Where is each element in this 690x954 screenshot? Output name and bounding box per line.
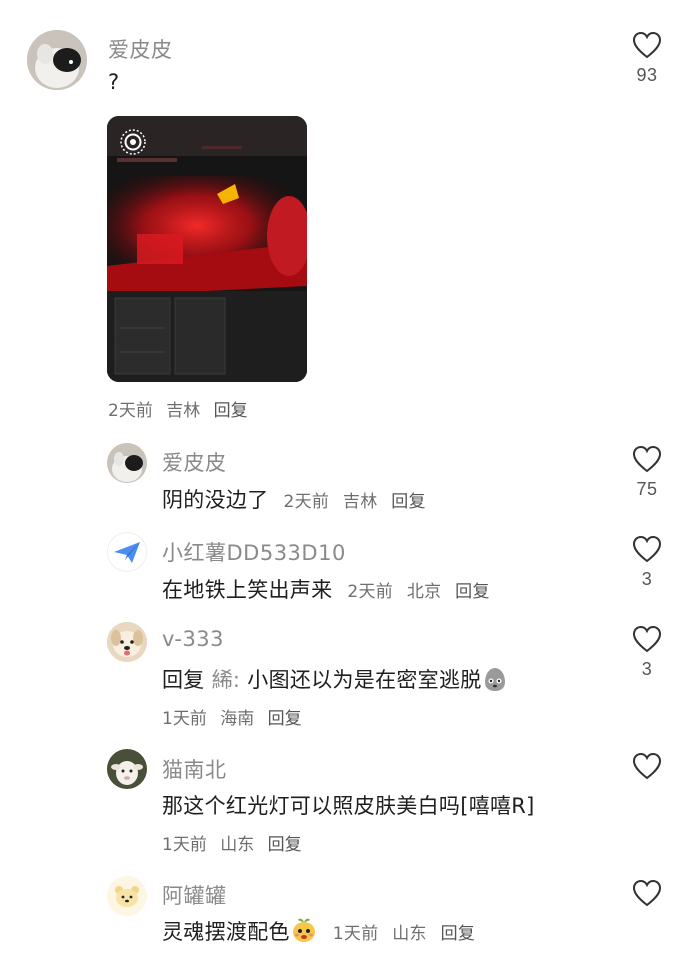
comment-meta: 2天前 吉林 回复 (108, 396, 256, 421)
comment-meta: 2天前 吉林 回复 (283, 492, 433, 512)
gray-face-emoji-icon (484, 668, 505, 691)
reply-button[interactable]: 回复 (268, 835, 302, 855)
comment-time: 1天前 (332, 924, 379, 944)
reply-prefix: 回复 (162, 668, 205, 692)
comment-location: 吉林 (166, 401, 201, 421)
heart-icon (632, 535, 662, 563)
comment-text: 小图还以为是在密室逃脱 (247, 668, 482, 692)
commenter-name[interactable]: v-333 (162, 627, 224, 651)
reply-to-user[interactable]: 絺: (212, 668, 241, 692)
like-button[interactable] (626, 752, 668, 780)
heart-icon (632, 625, 662, 653)
comment-text-line: 灵魂摆渡配色 1天前 山东 回复 (162, 916, 483, 946)
dog-avatar-icon (27, 30, 87, 90)
heart-icon (632, 879, 662, 907)
lamb-avatar-icon (107, 749, 147, 789)
comment-meta: 1天前 海南 回复 (162, 704, 310, 729)
lab-red-light-photo (107, 116, 307, 382)
comment-time: 1天前 (162, 835, 207, 855)
commenter-avatar[interactable] (107, 749, 147, 789)
reply-button[interactable]: 回复 (455, 582, 490, 602)
comment-text: ? (108, 70, 120, 94)
heart-icon (632, 445, 662, 473)
comment-text-line: 阴的没边了 2天前 吉林 回复 (162, 484, 434, 514)
comment-meta: 1天前 山东 回复 (333, 924, 483, 944)
comment-text: 阴的没边了 (162, 488, 269, 512)
comment-location: 北京 (406, 582, 442, 602)
commenter-name[interactable]: 爱皮皮 (108, 34, 173, 64)
reply-button[interactable]: 回复 (391, 492, 426, 512)
dog-avatar-icon (107, 443, 147, 483)
comment-time: 2天前 (108, 401, 153, 421)
comment-location: 吉林 (342, 492, 378, 512)
commenter-name[interactable]: 阿罐罐 (162, 880, 227, 910)
bear-avatar-icon (107, 876, 147, 916)
comment-location: 海南 (220, 709, 255, 729)
heart-icon (632, 31, 662, 59)
like-button[interactable]: 3 (626, 625, 668, 680)
commenter-avatar[interactable] (27, 30, 87, 90)
comment-time: 1天前 (162, 709, 207, 729)
comment-location: 山东 (220, 835, 255, 855)
reply-button[interactable]: 回复 (214, 401, 248, 421)
like-button[interactable]: 3 (626, 535, 668, 590)
comment-location: 山东 (392, 924, 427, 944)
commenter-avatar[interactable] (107, 532, 147, 572)
comment-text: 在地铁上笑出声来 (162, 578, 333, 602)
like-button[interactable]: 93 (626, 31, 668, 86)
like-count: 3 (641, 569, 653, 589)
reply-button[interactable]: 回复 (268, 709, 302, 729)
like-count: 75 (636, 479, 658, 499)
commenter-avatar[interactable] (107, 443, 147, 483)
puppy-avatar-icon (107, 622, 147, 662)
comment-text-line: 回复 絺: 小图还以为是在密室逃脱 (162, 664, 508, 694)
like-count: 3 (641, 659, 653, 679)
comment-text: 那这个红光灯可以照皮肤美白吗[嘻嘻R] (162, 794, 535, 818)
comment-meta: 2天前 北京 回复 (347, 582, 497, 602)
commenter-avatar[interactable] (107, 622, 147, 662)
reply-button[interactable]: 回复 (441, 924, 476, 944)
heart-icon (632, 752, 662, 780)
comment-time: 2天前 (283, 492, 330, 512)
like-button[interactable] (626, 879, 668, 907)
peach-face-emoji-icon (292, 918, 315, 942)
like-button[interactable]: 75 (626, 445, 668, 500)
comment-photo[interactable] (107, 116, 307, 382)
commenter-name[interactable]: 爱皮皮 (162, 447, 227, 477)
comment-text: 灵魂摆渡配色 (162, 920, 290, 944)
commenter-name[interactable]: 小红薯DD533D10 (162, 537, 346, 567)
comment-time: 2天前 (347, 582, 394, 602)
like-count: 93 (636, 65, 658, 85)
commenter-name[interactable]: 猫南北 (162, 754, 227, 784)
comment-meta: 1天前 山东 回复 (162, 830, 310, 855)
paper-plane-icon (114, 542, 140, 563)
commenter-avatar[interactable] (107, 876, 147, 916)
comment-text-line: 在地铁上笑出声来 2天前 北京 回复 (162, 574, 498, 604)
